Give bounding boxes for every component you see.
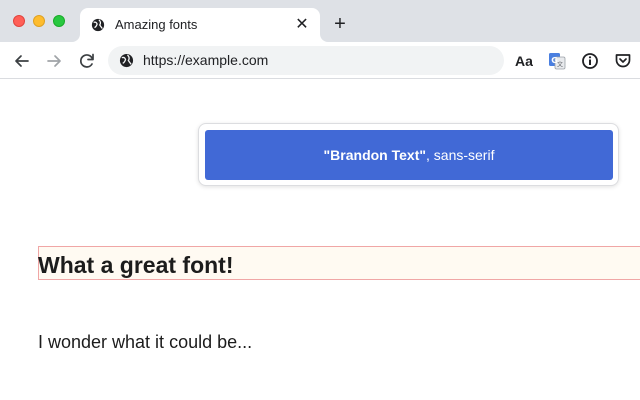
page-content: "Brandon Text", sans-serif What a great …	[0, 80, 640, 400]
info-icon[interactable]	[580, 51, 600, 71]
font-extension-icon[interactable]: Aa	[514, 51, 534, 71]
back-arrow-icon[interactable]	[12, 51, 32, 71]
url-text[interactable]: https://example.com	[143, 52, 268, 69]
font-fallback: , sans-serif	[426, 147, 495, 163]
page-paragraph: I wonder what it could be...	[38, 332, 253, 352]
svg-text:文: 文	[557, 61, 563, 69]
maximize-window-button[interactable]	[53, 15, 65, 27]
globe-icon	[91, 18, 105, 32]
globe-icon[interactable]	[119, 53, 134, 68]
tab-amazing-fonts[interactable]: Amazing fonts ✕	[80, 8, 320, 42]
forward-arrow-icon[interactable]	[44, 51, 64, 71]
pocket-icon[interactable]	[613, 51, 633, 71]
font-family-button[interactable]: "Brandon Text", sans-serif	[205, 130, 613, 180]
tab-title: Amazing fonts	[115, 17, 198, 32]
close-icon[interactable]: ✕	[294, 17, 310, 33]
toolbar: https://example.com Aa G 文	[0, 42, 640, 79]
plus-icon[interactable]: +	[330, 14, 350, 34]
font-name: "Brandon Text"	[323, 147, 426, 163]
reload-icon[interactable]	[77, 51, 97, 71]
font-popup: "Brandon Text", sans-serif	[198, 123, 619, 186]
close-window-button[interactable]	[13, 15, 25, 27]
minimize-window-button[interactable]	[33, 15, 45, 27]
address-bar[interactable]: https://example.com	[108, 46, 504, 75]
tab-strip: Amazing fonts ✕ +	[0, 0, 640, 42]
page-heading: What a great font!	[38, 252, 234, 278]
translate-icon[interactable]: G 文	[547, 51, 567, 71]
